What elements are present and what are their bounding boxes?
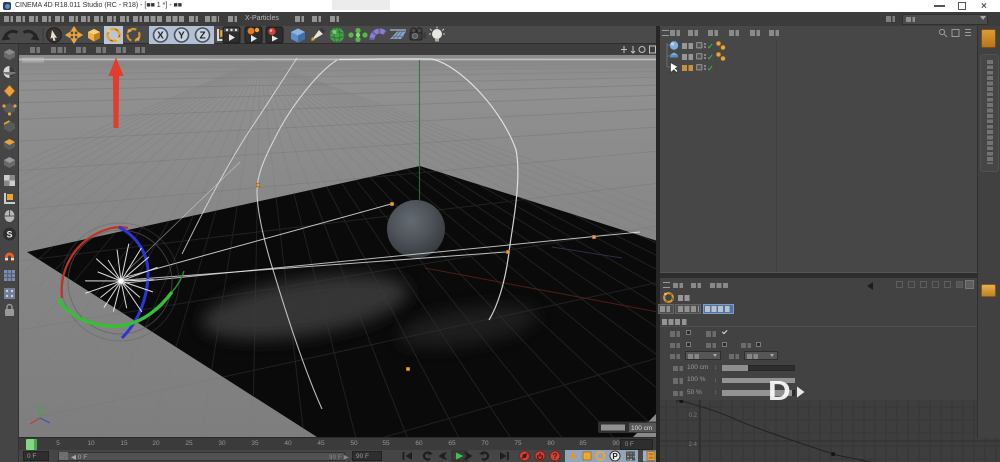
svg-text:Z: Z	[199, 31, 205, 42]
svg-text:0.2: 0.2	[689, 413, 698, 419]
svg-text:P: P	[612, 452, 618, 461]
svg-text:X: X	[157, 31, 164, 42]
svg-text:100 cm: 100 cm	[631, 425, 652, 432]
svg-text:✓: ✓	[707, 64, 714, 73]
svg-text:✓: ✓	[707, 53, 714, 62]
svg-text:S: S	[6, 230, 12, 240]
svg-text:✓: ✓	[707, 42, 714, 51]
svg-text:D: D	[768, 376, 791, 404]
svg-text:Y: Y	[178, 31, 185, 42]
svg-text:?: ?	[553, 452, 558, 461]
svg-text:2.4: 2.4	[689, 442, 698, 448]
